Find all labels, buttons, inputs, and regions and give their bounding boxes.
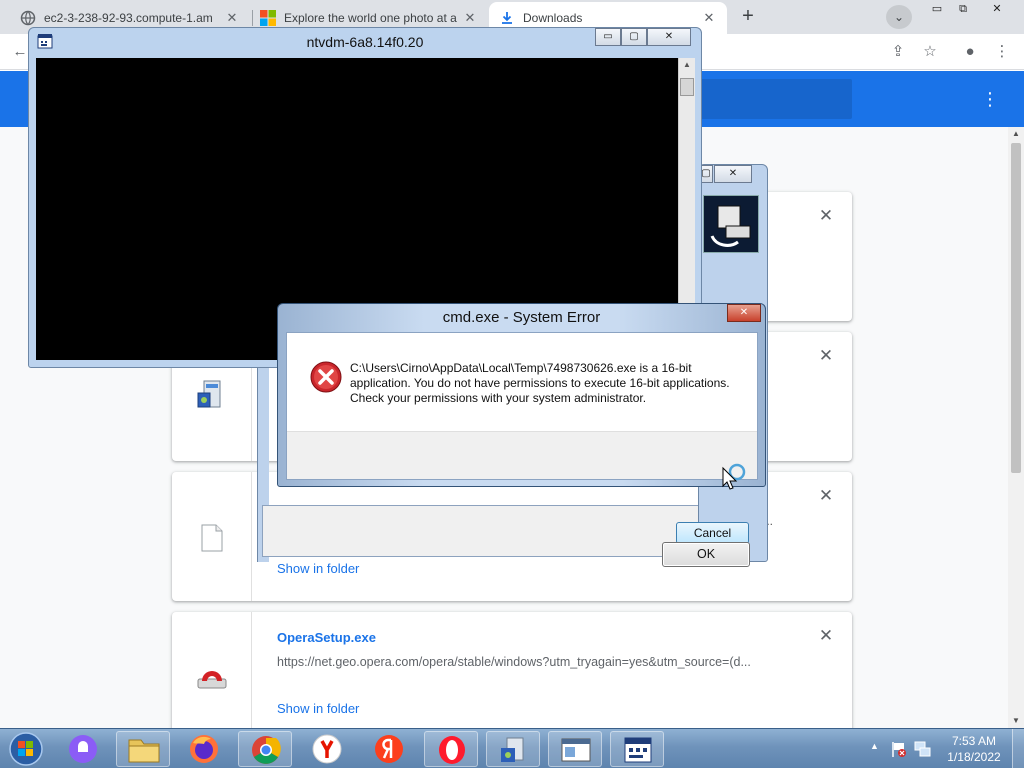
mouse-cursor-icon [722,463,746,490]
tab-close-icon[interactable]: ✕ [701,10,717,26]
clock-date[interactable]: 1/18/2022 [936,750,1012,764]
application-window-icon [561,738,591,762]
tray-expand-icon[interactable]: ▲ [870,741,879,751]
downloads-search-box[interactable] [690,79,852,119]
clock-time[interactable]: 7:53 AM [936,734,1012,748]
scroll-thumb[interactable] [1011,143,1021,473]
network-icon[interactable] [914,740,932,758]
taskbar-chrome[interactable] [238,731,292,767]
taskbar-window-app[interactable] [548,731,602,767]
tab-close-icon[interactable]: ✕ [224,10,240,26]
yandex-browser-icon [312,734,342,764]
show-desktop-button[interactable] [1012,729,1024,768]
error-dialog-body: C:\Users\Cirno\AppData\Local\Temp\749873… [286,332,758,567]
taskbar-yandex-browser[interactable] [300,731,354,767]
share-icon[interactable]: ⇪ [886,40,910,64]
system-error-dialog: cmd.exe - System Error ✕ C:\Users\Cirno\… [277,303,766,567]
error-message: C:\Users\Cirno\AppData\Local\Temp\749873… [350,361,730,405]
ntvdm-close-button[interactable]: ✕ [647,28,691,46]
tab-close-icon[interactable]: ✕ [462,10,478,26]
opera-installer-icon [197,671,227,689]
chrome-menu-icon[interactable]: ⋮ [990,40,1014,64]
page-scrollbar[interactable]: ▲ ▼ [1008,127,1024,728]
tab-label: ec2-3-238-92-93.compute-1.am [44,11,213,25]
error-dialog-footer: OK [287,431,757,567]
alice-assistant-icon [69,735,97,763]
microsoft-logo-icon [260,10,276,26]
folder-icon [128,739,160,763]
remove-download-icon[interactable]: ✕ [818,487,834,504]
taskbar-yandex[interactable] [362,731,416,767]
window-close-button[interactable]: ✕ [982,0,1012,18]
taskbar-alice-assistant[interactable] [56,731,110,767]
blank-file-icon [201,524,223,552]
download-item: OperaSetup.exe https://net.geo.opera.com… [172,612,852,728]
computer-installer-icon [703,195,759,253]
taskbar-file-explorer[interactable] [116,731,170,767]
ntvdm-maximize-button[interactable]: ▢ [621,28,647,46]
action-center-flag-icon[interactable] [890,740,908,758]
show-in-folder-link[interactable]: Show in folder [277,701,359,716]
cancel-button[interactable]: Cancel [676,522,749,544]
remove-download-icon[interactable]: ✕ [818,627,834,644]
error-icon [310,361,342,393]
windows-start-orb-icon [9,732,43,766]
windows-taskbar: ▲ 7:53 AM 1/18/2022 [0,728,1024,768]
console-app-icon [624,737,652,763]
scroll-up-icon[interactable]: ▲ [1008,127,1024,141]
ntvdm-minimize-button[interactable]: ▭ [595,28,621,46]
opera-icon [439,736,465,764]
new-tab-button[interactable]: + [736,6,760,28]
taskbar-ntvdm-console[interactable] [610,731,664,767]
installer-file-icon [197,380,221,408]
error-dialog-title: cmd.exe - System Error [442,309,601,326]
taskbar-firefox[interactable] [177,731,231,767]
console-scroll-thumb[interactable] [680,78,694,96]
firefox-icon [190,735,218,763]
background-dialog-close-button[interactable]: ✕ [714,165,752,183]
system-tray: ▲ 7:53 AM 1/18/2022 [866,729,1024,768]
tab-label: Explore the world one photo at a [284,11,457,25]
start-button[interactable] [4,729,52,768]
console-scroll-up-icon[interactable]: ▲ [680,60,694,74]
installer-icon [501,737,524,762]
bookmark-star-icon[interactable]: ☆ [918,40,942,64]
download-icon-column [172,612,252,728]
tab-label: Downloads [523,11,583,25]
taskbar-opera[interactable] [424,731,478,767]
window-restore-button[interactable]: ⧉ [948,0,978,18]
downloads-menu-icon[interactable]: ⋮ [980,87,1000,111]
profile-icon[interactable]: ● [958,40,982,64]
download-url[interactable]: https://net.geo.opera.com/opera/stable/w… [277,655,751,669]
remove-download-icon[interactable]: ✕ [818,347,834,364]
download-icon [502,12,512,24]
error-dialog-close-button[interactable]: ✕ [727,304,761,322]
show-in-folder-link[interactable]: Show in folder [277,561,359,576]
remove-download-icon[interactable]: ✕ [818,207,834,224]
yandex-icon [375,735,403,763]
ok-button[interactable]: OK [662,542,750,567]
scroll-down-icon[interactable]: ▼ [1008,714,1024,728]
globe-icon [20,10,36,26]
tab-search-button[interactable]: ⌄ [886,5,912,29]
download-file-name[interactable]: OperaSetup.exe [277,630,376,645]
chrome-icon [252,736,281,764]
taskbar-installer[interactable] [486,731,540,767]
download-icon-column [172,472,252,601]
